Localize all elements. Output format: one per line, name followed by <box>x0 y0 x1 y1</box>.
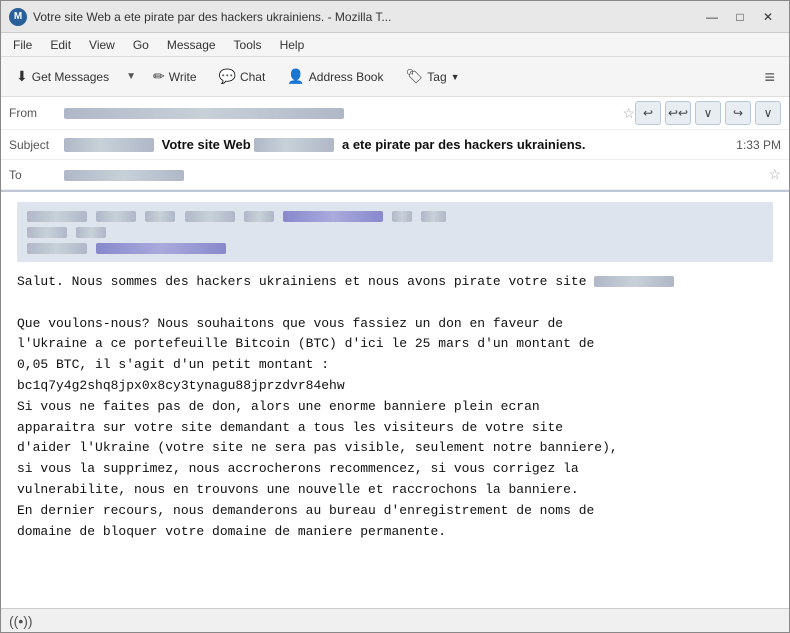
blurred-1 <box>27 211 87 222</box>
address-book-button[interactable]: 👤 Address Book <box>278 62 392 92</box>
email-body: Salut. Nous sommes des hackers ukrainien… <box>1 192 789 608</box>
blurred-7 <box>421 211 446 222</box>
tag-button[interactable]: 🏷 Tag ▼ <box>396 62 468 92</box>
menu-view[interactable]: View <box>81 36 123 54</box>
window-title: Votre site Web a ete pirate par des hack… <box>33 10 391 24</box>
close-button[interactable]: ✕ <box>755 6 781 28</box>
toolbar: ⬇ Get Messages ▼ ✏ Write 💬 Chat 👤 Addres… <box>1 57 789 97</box>
status-bar: ((•)) <box>1 608 789 632</box>
menu-bar: File Edit View Go Message Tools Help <box>1 33 789 57</box>
blurred-2 <box>96 211 136 222</box>
menu-go[interactable]: Go <box>125 36 157 54</box>
subject-blurred-part <box>64 138 154 152</box>
email-text-content: Salut. Nous sommes des hackers ukrainien… <box>17 272 773 542</box>
chat-icon: 💬 <box>219 68 236 85</box>
from-address-blurred <box>64 108 344 119</box>
chat-button[interactable]: 💬 Chat <box>210 62 275 92</box>
menu-file[interactable]: File <box>5 36 40 54</box>
title-bar: M Votre site Web a ete pirate par des ha… <box>1 1 789 33</box>
forward-button[interactable]: ↪ <box>725 101 751 125</box>
menu-edit[interactable]: Edit <box>42 36 79 54</box>
from-label: From <box>9 106 64 120</box>
from-value <box>64 106 616 120</box>
header-info-line2 <box>27 226 763 238</box>
address-book-label: Address Book <box>309 70 384 84</box>
header-info-line1 <box>27 210 763 222</box>
menu-tools[interactable]: Tools <box>226 36 270 54</box>
window-controls: — □ ✕ <box>699 6 781 28</box>
get-messages-button[interactable]: ⬇ Get Messages <box>7 62 118 92</box>
chat-label: Chat <box>240 70 265 84</box>
menu-message[interactable]: Message <box>159 36 224 54</box>
to-value <box>64 168 762 182</box>
subject-rest-text: a ete pirate par des hackers ukrainiens. <box>342 137 586 152</box>
blurred-9 <box>76 227 106 238</box>
subject-value: Votre site Web a ete pirate par des hack… <box>64 137 728 153</box>
to-label: To <box>9 168 64 182</box>
write-label: Write <box>169 70 197 84</box>
reply-all-button[interactable]: ↩↩ <box>665 101 691 125</box>
tag-icon: 🏷 <box>405 68 423 85</box>
to-star-icon[interactable]: ☆ <box>768 166 781 183</box>
connection-status-icon: ((•)) <box>9 613 33 629</box>
email-header-info-block <box>17 202 773 262</box>
blurred-3 <box>145 211 175 222</box>
get-messages-dropdown[interactable]: ▼ <box>122 62 140 92</box>
blurred-link2 <box>96 242 226 254</box>
header-info-line3 <box>27 242 763 254</box>
email-time: 1:33 PM <box>736 138 781 152</box>
subject-label: Subject <box>9 138 64 152</box>
title-bar-left: M Votre site Web a ete pirate par des ha… <box>9 8 391 26</box>
subject-bold-text: Votre site Web <box>162 137 251 152</box>
get-messages-icon: ⬇ <box>16 68 28 85</box>
write-icon: ✏ <box>153 68 165 85</box>
to-address-blurred <box>64 170 184 181</box>
write-button[interactable]: ✏ Write <box>144 62 206 92</box>
blurred-4 <box>185 211 235 222</box>
expand-button[interactable]: ∨ <box>695 101 721 125</box>
more-button[interactable]: ∨ <box>755 101 781 125</box>
main-window: M Votre site Web a ete pirate par des ha… <box>0 0 790 633</box>
header-action-buttons: ↩ ↩↩ ∨ ↪ ∨ <box>635 101 781 125</box>
blurred-10 <box>27 243 87 254</box>
greeting-text: Salut. Nous sommes des hackers ukrainien… <box>17 274 594 289</box>
minimize-button[interactable]: — <box>699 6 725 28</box>
from-star-icon[interactable]: ☆ <box>622 105 635 122</box>
blurred-6 <box>392 211 412 222</box>
subject-blurred2 <box>254 138 334 152</box>
address-book-icon: 👤 <box>287 68 304 85</box>
maximize-button[interactable]: □ <box>727 6 753 28</box>
to-row: To ☆ <box>1 160 789 190</box>
greeting-blurred <box>594 276 674 287</box>
tag-dropdown-icon: ▼ <box>451 72 460 82</box>
app-icon: M <box>9 8 27 26</box>
menu-help[interactable]: Help <box>272 36 313 54</box>
blurred-link1 <box>283 210 386 222</box>
from-row: From ☆ ↩ ↩↩ ∨ ↪ ∨ <box>1 97 789 130</box>
get-messages-label: Get Messages <box>32 70 109 84</box>
reply-button[interactable]: ↩ <box>635 101 661 125</box>
blurred-5 <box>244 211 274 222</box>
tag-label: Tag <box>427 70 446 84</box>
toolbar-menu-button[interactable]: ≡ <box>756 64 783 90</box>
blurred-8 <box>27 227 67 238</box>
email-header: From ☆ ↩ ↩↩ ∨ ↪ ∨ Subject Votre site Web… <box>1 97 789 192</box>
subject-row: Subject Votre site Web a ete pirate par … <box>1 130 789 160</box>
